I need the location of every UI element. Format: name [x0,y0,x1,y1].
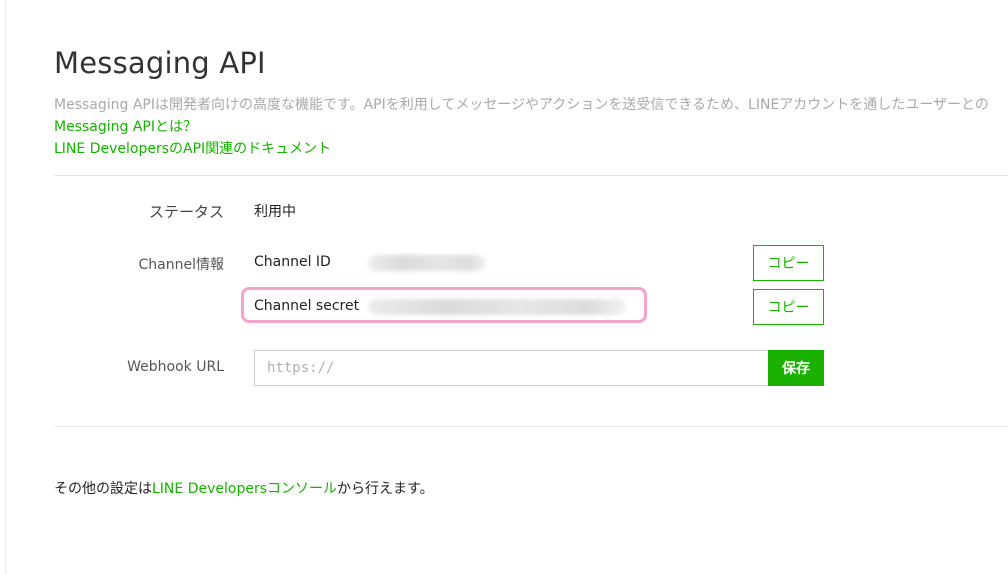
save-button[interactable]: 保存 [768,350,824,386]
copy-channel-id-button[interactable]: コピー [753,245,824,281]
copy-channel-secret-button[interactable]: コピー [753,289,824,325]
footer-prefix: その他の設定は [54,481,152,497]
api-docs-link[interactable]: LINE DevelopersのAPI関連のドキュメント [54,138,331,158]
what-is-messaging-api-link[interactable]: Messaging APIとは？ [54,116,197,136]
divider [54,426,1008,427]
status-value: 利用中 [254,204,296,220]
channel-id-value-redacted [368,255,486,271]
developers-console-link[interactable]: LINE Developersコンソール [152,481,337,497]
footer-suffix: から行えます。 [337,481,434,497]
channel-id-label: Channel ID [254,254,331,270]
status-label: ステータス [148,203,224,221]
messaging-api-page: Messaging API Messaging APIは開発者向けの高度な機能で… [0,0,1008,574]
page-title: Messaging API [54,46,266,80]
divider [54,175,1008,176]
page-description: Messaging APIは開発者向けの高度な機能です。APIを利用してメッセー… [54,97,989,113]
webhook-url-input[interactable] [254,350,769,386]
footer-text: その他の設定はLINE Developersコンソールから行えます。 [54,478,434,498]
channel-secret-value-redacted [368,299,626,315]
webhook-url-label: Webhook URL [127,359,224,375]
channel-info-label: Channel情報 [138,257,224,273]
channel-secret-label: Channel secret [254,298,360,314]
left-border [5,0,6,574]
